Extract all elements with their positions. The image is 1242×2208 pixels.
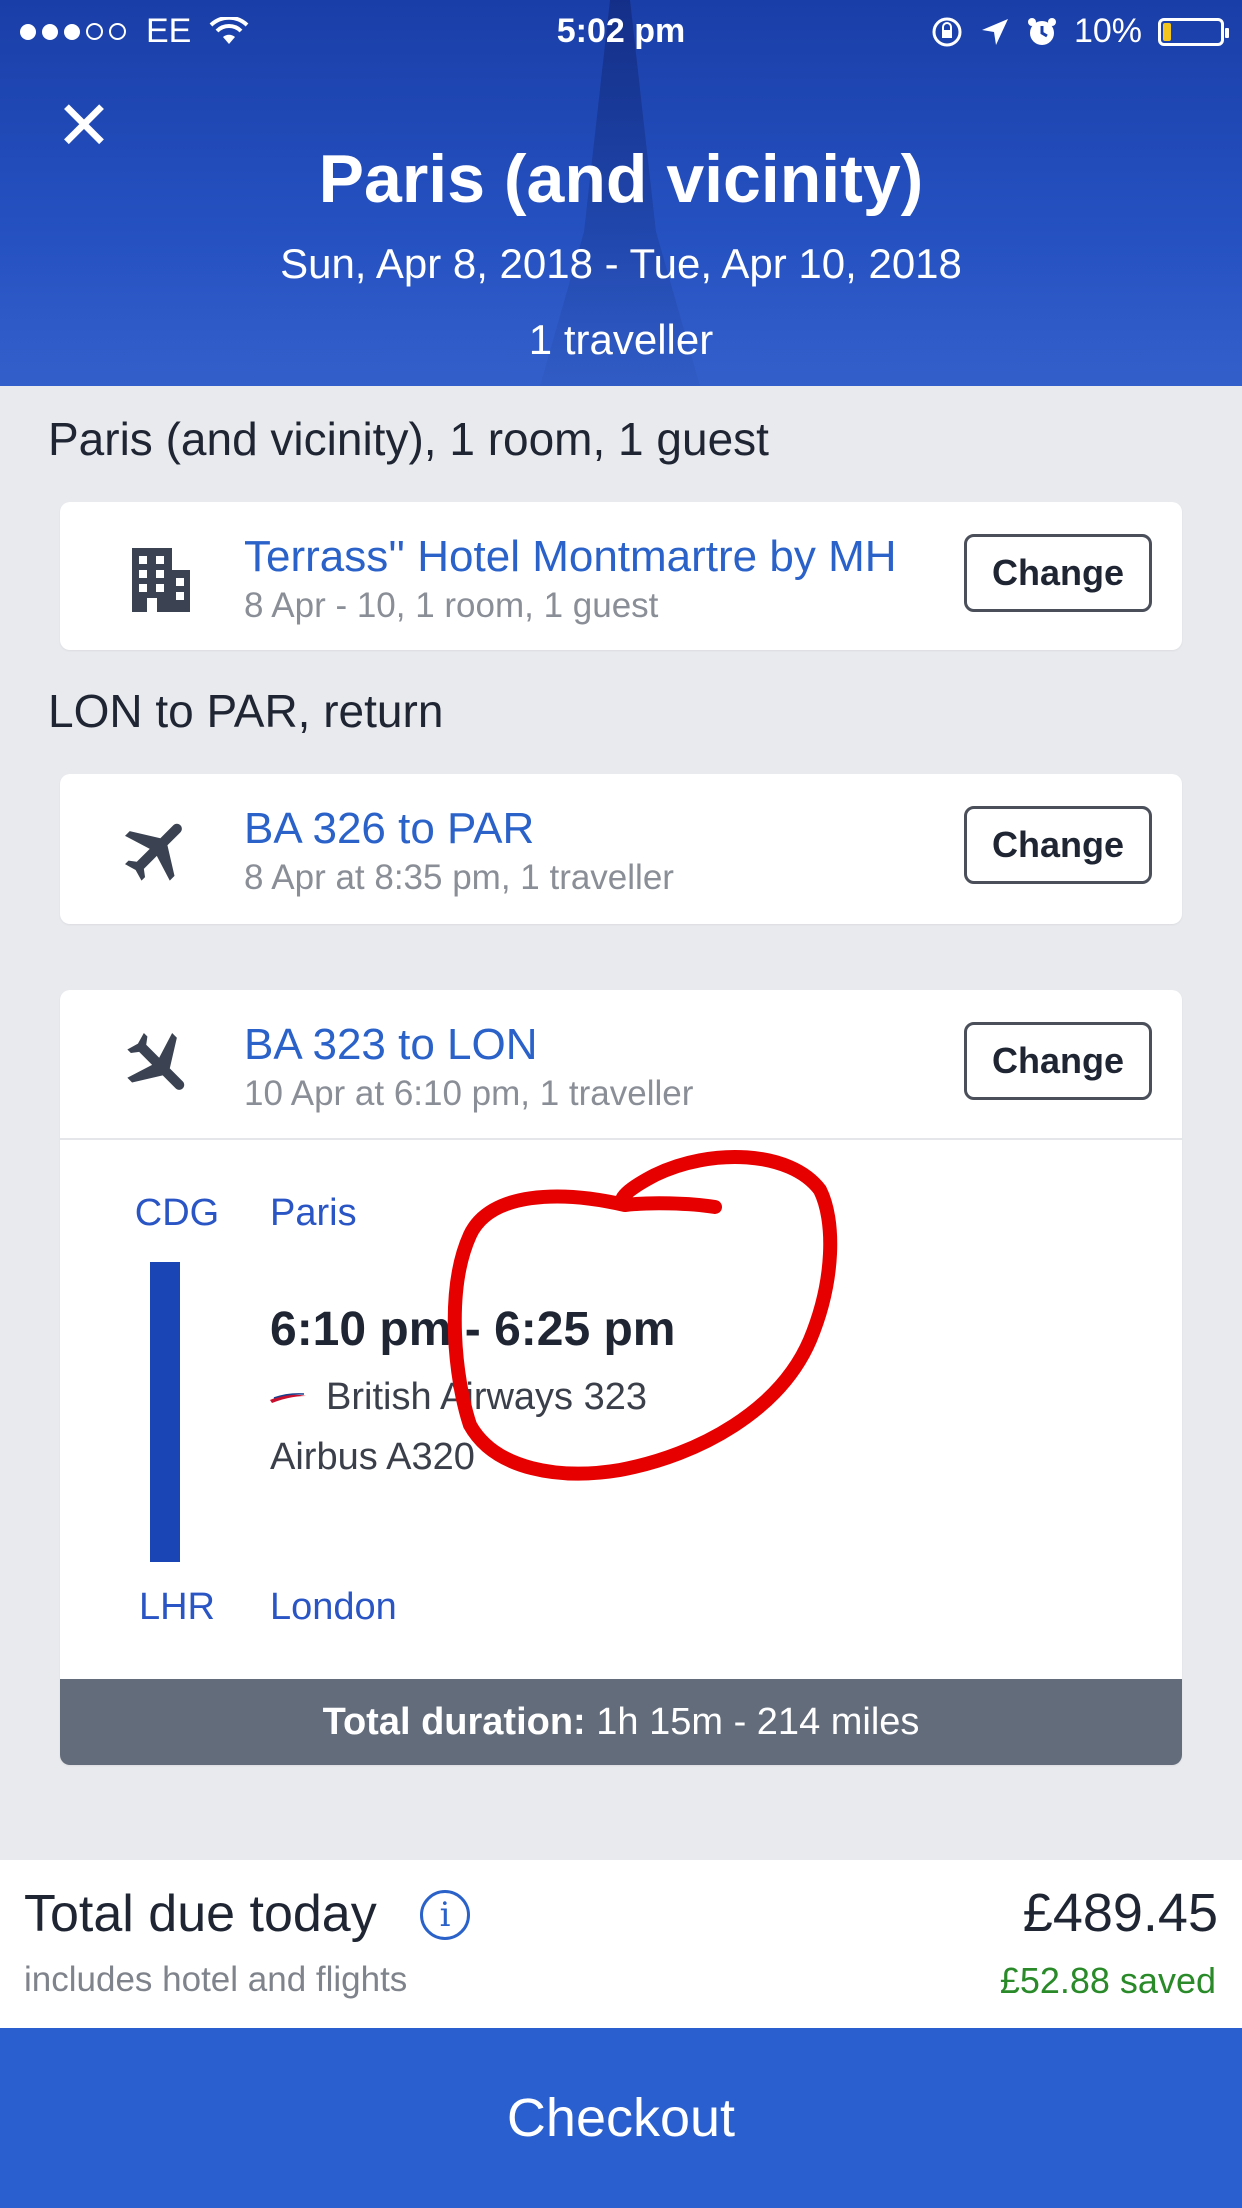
plane-icon [127, 1033, 185, 1090]
total-includes-note: includes hotel and flights [24, 1960, 408, 1999]
trip-header: EE 5:02 pm 10% ✕ Paris (and vicinity) Su… [0, 0, 1242, 386]
info-icon[interactable]: i [420, 1890, 470, 1940]
alarm-icon [1027, 17, 1056, 45]
outbound-flight-name[interactable]: BA 326 to PAR [244, 804, 534, 854]
duration-value: 1h 15m - 214 miles [596, 1701, 920, 1743]
hotel-section-title: Paris (and vicinity), 1 room, 1 guest [48, 413, 769, 465]
outbound-flight-details: 8 Apr at 8:35 pm, 1 traveller [244, 858, 674, 897]
airline-row: British Airways 323 [270, 1376, 647, 1419]
inbound-flight-details: 10 Apr at 6:10 pm, 1 traveller [244, 1074, 694, 1113]
change-outbound-button[interactable]: Change [964, 806, 1152, 884]
destination-title: Paris (and vicinity) [318, 141, 924, 217]
total-panel: Total due today i includes hotel and fli… [0, 1860, 1242, 2028]
flight-section-title: LON to PAR, return [48, 685, 444, 737]
building-icon [132, 548, 190, 612]
location-icon [981, 18, 1008, 45]
arrival-city: London [270, 1586, 397, 1628]
inbound-flight-card[interactable]: BA 323 to LON 10 Apr at 6:10 pm, 1 trave… [60, 990, 1182, 1765]
hotel-details: 8 Apr - 10, 1 room, 1 guest [244, 586, 659, 625]
checkout-button[interactable]: Checkout [0, 2028, 1242, 2208]
british-airways-logo-icon [270, 1392, 306, 1403]
aircraft-type: Airbus A320 [270, 1436, 475, 1478]
hotel-card[interactable]: Terrass'' Hotel Montmartre by MH 8 Apr -… [60, 502, 1182, 650]
inbound-flight-name[interactable]: BA 323 to LON [244, 1020, 538, 1070]
change-hotel-button[interactable]: Change [964, 534, 1152, 612]
airline-flight-number: British Airways 323 [326, 1376, 648, 1418]
hotel-name[interactable]: Terrass'' Hotel Montmartre by MH [244, 532, 897, 582]
arrival-airport-code: LHR [138, 1586, 216, 1628]
departure-city: Paris [270, 1192, 357, 1234]
plane-icon [125, 823, 182, 881]
total-due-label: Total due today [24, 1885, 377, 1943]
departure-airport-code: CDG [134, 1192, 220, 1234]
change-inbound-button[interactable]: Change [964, 1022, 1152, 1100]
duration-label: Total duration: [322, 1701, 586, 1743]
trip-dates: Sun, Apr 8, 2018 - Tue, Apr 10, 2018 [280, 240, 962, 287]
total-price: £489.45 [1022, 1883, 1218, 1943]
battery-percent: 10% [1073, 12, 1142, 50]
traveller-count: 1 traveller [528, 316, 714, 363]
card-divider [60, 1138, 1182, 1140]
outbound-flight-card[interactable]: BA 326 to PAR 8 Apr at 8:35 pm, 1 travel… [60, 774, 1182, 924]
status-icons: 10% [930, 12, 1229, 51]
rotation-lock-icon [932, 17, 962, 46]
flight-times: 6:10 pm - 6:25 pm [270, 1303, 676, 1356]
flight-timeline-bar [150, 1262, 180, 1562]
status-bar: EE 5:02 pm 10% [0, 0, 1242, 62]
total-duration-bar: Total duration: 1h 15m - 214 miles [60, 1679, 1182, 1765]
savings-amount: £52.88 saved [999, 1960, 1216, 2001]
battery-icon [1158, 17, 1229, 46]
